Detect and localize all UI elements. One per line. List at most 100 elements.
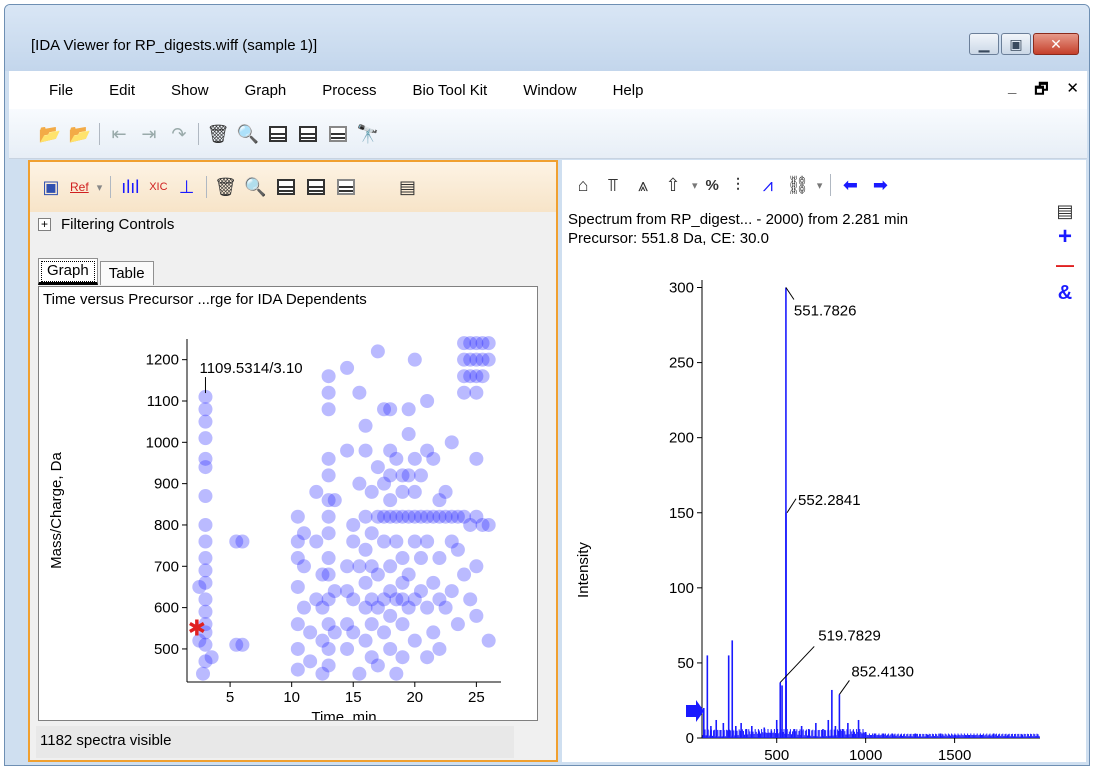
data-point <box>327 493 342 508</box>
data-point <box>420 534 435 549</box>
menu-help[interactable]: Help <box>593 82 660 99</box>
redo-icon[interactable]: ⇥ <box>138 123 160 145</box>
binoculars-icon[interactable]: 🔭 <box>357 123 379 145</box>
pane-options-icon[interactable]: ▤ <box>1054 200 1076 222</box>
tab-table[interactable]: Table <box>99 261 154 285</box>
scatter-plot[interactable]: 5006007008009001000110012005 10 15 20 25Time… <box>39 287 537 720</box>
xic-button[interactable]: XIC <box>149 181 167 193</box>
data-point <box>432 641 447 656</box>
data-point <box>383 402 398 417</box>
open-file-icon[interactable]: 📂 <box>69 123 91 145</box>
data-point <box>383 493 398 508</box>
close-button[interactable]: ✕ <box>1033 33 1079 55</box>
restore-button[interactable]: ▣ <box>1001 33 1031 55</box>
table-icon[interactable] <box>305 176 327 198</box>
mdi-minimize-button[interactable]: _ <box>1008 79 1016 104</box>
x-axis-label: Time, min <box>311 709 376 720</box>
label-peak-icon[interactable]: ⫪ <box>602 174 624 196</box>
mdi-close-button[interactable]: ✕ <box>1066 79 1079 104</box>
y-tick-label: 300 <box>669 280 694 297</box>
data-point <box>303 625 318 640</box>
menu-bio-tool-kit[interactable]: Bio Tool Kit <box>392 82 503 99</box>
data-point <box>444 584 459 599</box>
status-bar: 1182 spectra visible <box>36 726 514 758</box>
data-point <box>290 579 305 594</box>
data-point <box>321 641 336 656</box>
data-point <box>364 526 379 541</box>
trash-icon[interactable]: 🗑 <box>207 123 230 145</box>
scatter-graph-panel[interactable]: Time versus Precursor ...rge for IDA Dep… <box>38 286 538 721</box>
trash-icon[interactable]: 🗑 <box>214 176 237 198</box>
ref-button[interactable]: Ref <box>70 180 89 194</box>
table-icon[interactable] <box>297 123 319 145</box>
bar-chart-icon[interactable]: ılıl <box>119 176 141 198</box>
menu-process[interactable]: Process <box>302 82 392 99</box>
table-icon[interactable] <box>335 176 357 198</box>
data-point <box>321 402 336 417</box>
peak-label: 519.7829 <box>818 627 881 644</box>
data-point <box>383 608 398 623</box>
y-tick-label: 700 <box>154 558 179 575</box>
data-point <box>352 476 367 491</box>
magnifier-icon[interactable]: 🔍 <box>244 176 266 198</box>
open-folder-icon[interactable]: 📂 <box>39 123 61 145</box>
ref-dropdown-icon[interactable]: ▾ <box>97 181 103 194</box>
data-point <box>438 484 453 499</box>
show-spectrum-icon[interactable]: ▣ <box>40 176 62 198</box>
data-point <box>321 451 336 466</box>
x-tick-label: 1500 <box>938 747 971 760</box>
menu-window[interactable]: Window <box>503 82 592 99</box>
menu-edit[interactable]: Edit <box>89 82 151 99</box>
minimize-button[interactable]: ▁ <box>969 33 999 55</box>
mdi-restore-button[interactable]: 🗗 <box>1034 79 1048 104</box>
table-icon[interactable] <box>327 123 349 145</box>
data-point <box>426 625 441 640</box>
next-arrow-icon[interactable]: ➡ <box>869 174 891 196</box>
data-point <box>389 451 404 466</box>
expand-icon[interactable]: + <box>38 218 51 231</box>
data-point <box>196 666 211 681</box>
undo-icon[interactable]: ⇤ <box>108 123 130 145</box>
data-point <box>296 600 311 615</box>
menu-graph[interactable]: Graph <box>225 82 303 99</box>
previous-arrow-icon[interactable]: ⬅ <box>839 174 861 196</box>
and-op-button[interactable]: & <box>1058 280 1072 306</box>
magnifier-icon[interactable]: 🔍 <box>237 123 259 145</box>
pane-options-icon[interactable]: ▤ <box>397 176 419 198</box>
data-point <box>290 662 305 677</box>
annotation-label: 1109.5314/3.10 <box>199 360 302 377</box>
link-icon[interactable]: ⛓ <box>786 174 809 196</box>
centroid-icon[interactable]: ⫶ <box>727 174 749 196</box>
spectrum-icon[interactable]: ⩘ <box>757 174 779 196</box>
table-icon[interactable] <box>275 176 297 198</box>
percent-button[interactable]: % <box>706 177 719 194</box>
tab-graph[interactable]: Graph <box>38 258 98 285</box>
filtering-controls[interactable]: + Filtering Controls <box>38 216 174 233</box>
data-point <box>321 385 336 400</box>
subtract-op-button[interactable]: — <box>1056 252 1074 278</box>
spectrum-plot[interactable]: 519.7829 551.7826 552.2841 852.4130 0 50 100 15… <box>562 270 1042 760</box>
y-tick-label: 900 <box>154 476 179 493</box>
title-bar[interactable]: [IDA Viewer for RP_digests.wiff (sample … <box>5 5 1089 71</box>
dropdown-icon[interactable]: ▾ <box>692 179 698 192</box>
peak-label-icon[interactable]: ⩓ <box>632 174 654 196</box>
peak-icon[interactable]: ⊥ <box>176 176 198 198</box>
data-point <box>444 435 459 450</box>
data-point <box>370 567 385 582</box>
up-arrow-icon[interactable]: ⇧ <box>662 174 684 196</box>
data-point <box>198 592 213 607</box>
table-icon[interactable] <box>267 123 289 145</box>
data-point <box>340 641 355 656</box>
filtering-controls-label: Filtering Controls <box>61 216 175 233</box>
data-point <box>364 617 379 632</box>
redo-all-icon[interactable]: ↷ <box>168 123 190 145</box>
data-point <box>327 625 342 640</box>
menu-show[interactable]: Show <box>151 82 225 99</box>
add-op-button[interactable]: + <box>1058 224 1072 250</box>
menu-file[interactable]: File <box>9 82 89 99</box>
data-point <box>401 468 416 483</box>
data-point <box>469 385 484 400</box>
dropdown-icon[interactable]: ▾ <box>817 179 823 192</box>
home-icon[interactable]: ⌂ <box>572 174 594 196</box>
spectra-count: 1182 spectra visible <box>40 732 172 749</box>
